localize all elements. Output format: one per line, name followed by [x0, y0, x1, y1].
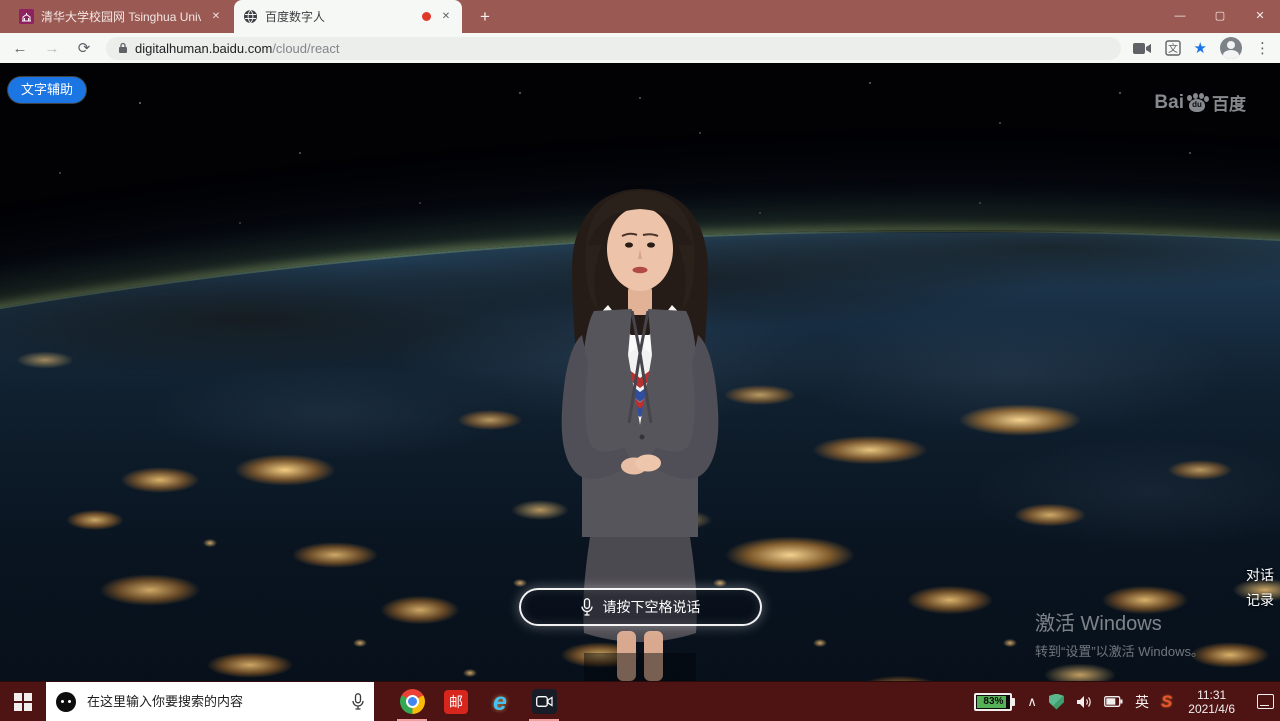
- taskbar-camera-button[interactable]: [522, 682, 566, 721]
- search-assistant-icon: [56, 692, 76, 712]
- tab-title: 清华大学校园网 Tsinghua Univ: [41, 8, 201, 25]
- defender-shield-icon[interactable]: [1049, 694, 1064, 710]
- tsinghua-favicon: [18, 9, 34, 25]
- baidu-logo: Bai du 百度: [1154, 90, 1246, 115]
- ime-language-indicator[interactable]: 英: [1135, 692, 1149, 712]
- taskbar-search-box[interactable]: [46, 682, 374, 721]
- mail-app-icon: 邮: [444, 690, 468, 714]
- baidu-logo-bai: Bai: [1154, 92, 1184, 114]
- globe-favicon: [242, 9, 258, 25]
- search-mic-icon[interactable]: [352, 693, 364, 710]
- watermark-title: 激活 Windows: [1035, 607, 1204, 636]
- window-maximize-button[interactable]: ▢: [1200, 0, 1240, 33]
- dialogue-record-panel-toggle[interactable]: 对话 记录: [1245, 563, 1275, 613]
- new-tab-button[interactable]: +: [472, 5, 498, 29]
- svg-text:文: 文: [1168, 42, 1178, 55]
- tab-baidu-digitalhuman[interactable]: 百度数字人 ✕: [234, 0, 462, 33]
- recording-indicator-icon: [422, 12, 431, 21]
- chrome-icon: [400, 689, 425, 714]
- tray-chevron-icon[interactable]: ∧: [1027, 694, 1037, 710]
- taskbar-chrome-button[interactable]: [390, 682, 434, 721]
- browser-menu-icon[interactable]: ⋮: [1255, 39, 1270, 57]
- window-minimize-button[interactable]: —: [1160, 0, 1200, 33]
- tab-close-icon[interactable]: ✕: [438, 9, 454, 25]
- start-button[interactable]: [0, 682, 46, 721]
- address-bar[interactable]: digitalhuman.baidu.com/cloud/react: [106, 37, 1121, 60]
- tab-tsinghua[interactable]: 清华大学校园网 Tsinghua Univ ✕: [10, 0, 232, 33]
- text-assist-button[interactable]: 文字辅助: [8, 77, 86, 103]
- action-center-icon[interactable]: [1257, 694, 1274, 709]
- page-viewport: 文字辅助 Bai du 百度 请按下空格说话 对话 记录 激活 Windows …: [0, 63, 1280, 681]
- forward-icon[interactable]: →: [42, 40, 62, 57]
- translate-icon[interactable]: 文: [1165, 40, 1181, 56]
- browser-toolbar: ← → ⟳ digitalhuman.baidu.com/cloud/react…: [0, 33, 1280, 63]
- push-to-talk-label: 请按下空格说话: [603, 597, 701, 617]
- microphone-icon: [581, 598, 593, 616]
- window-close-button[interactable]: ✕: [1240, 0, 1280, 33]
- push-to-talk-button[interactable]: 请按下空格说话: [519, 588, 762, 626]
- reload-icon[interactable]: ⟳: [74, 39, 94, 57]
- screen: 清华大学校园网 Tsinghua Univ ✕ 百度数字人 ✕ + — ▢ ✕ …: [0, 0, 1280, 721]
- windows-taskbar: 邮 e 83% ∧ 英 S 11:31: [0, 681, 1280, 721]
- sogou-input-icon[interactable]: S: [1161, 692, 1172, 712]
- baidu-paw-icon: du: [1186, 93, 1208, 113]
- clock-date: 2021/4/6: [1188, 702, 1235, 716]
- windows-logo-icon: [14, 693, 32, 711]
- clock-time: 11:31: [1188, 688, 1235, 702]
- lock-icon: [118, 42, 128, 54]
- baidu-logo-cn: 百度: [1212, 90, 1246, 115]
- tab-title: 百度数字人: [265, 8, 415, 25]
- camera-in-use-icon[interactable]: [1133, 42, 1152, 55]
- windows-activation-watermark: 激活 Windows 转到“设置”以激活 Windows。: [1035, 607, 1204, 660]
- taskbar-search-input[interactable]: [85, 693, 343, 710]
- tray-battery-icon[interactable]: [1104, 696, 1123, 707]
- battery-percentage-badge[interactable]: 83%: [974, 693, 1015, 711]
- watermark-subtitle: 转到“设置”以激活 Windows。: [1035, 641, 1204, 660]
- volume-icon[interactable]: [1076, 695, 1092, 709]
- bookmark-star-icon[interactable]: ★: [1194, 39, 1207, 57]
- profile-avatar[interactable]: [1220, 37, 1242, 59]
- taskbar-ie-button[interactable]: e: [478, 682, 522, 721]
- camera-app-icon: [532, 689, 557, 714]
- back-icon[interactable]: ←: [10, 40, 30, 57]
- internet-explorer-icon: e: [493, 690, 507, 714]
- panel-label-dialogue: 对话: [1245, 563, 1275, 588]
- panel-label-record: 记录: [1245, 588, 1275, 613]
- tab-close-icon[interactable]: ✕: [208, 9, 224, 25]
- url-text: digitalhuman.baidu.com/cloud/react: [135, 41, 340, 56]
- browser-titlebar: 清华大学校园网 Tsinghua Univ ✕ 百度数字人 ✕ + — ▢ ✕: [0, 0, 1280, 33]
- taskbar-clock[interactable]: 11:31 2021/4/6: [1184, 688, 1239, 716]
- taskbar-mail-button[interactable]: 邮: [434, 682, 478, 721]
